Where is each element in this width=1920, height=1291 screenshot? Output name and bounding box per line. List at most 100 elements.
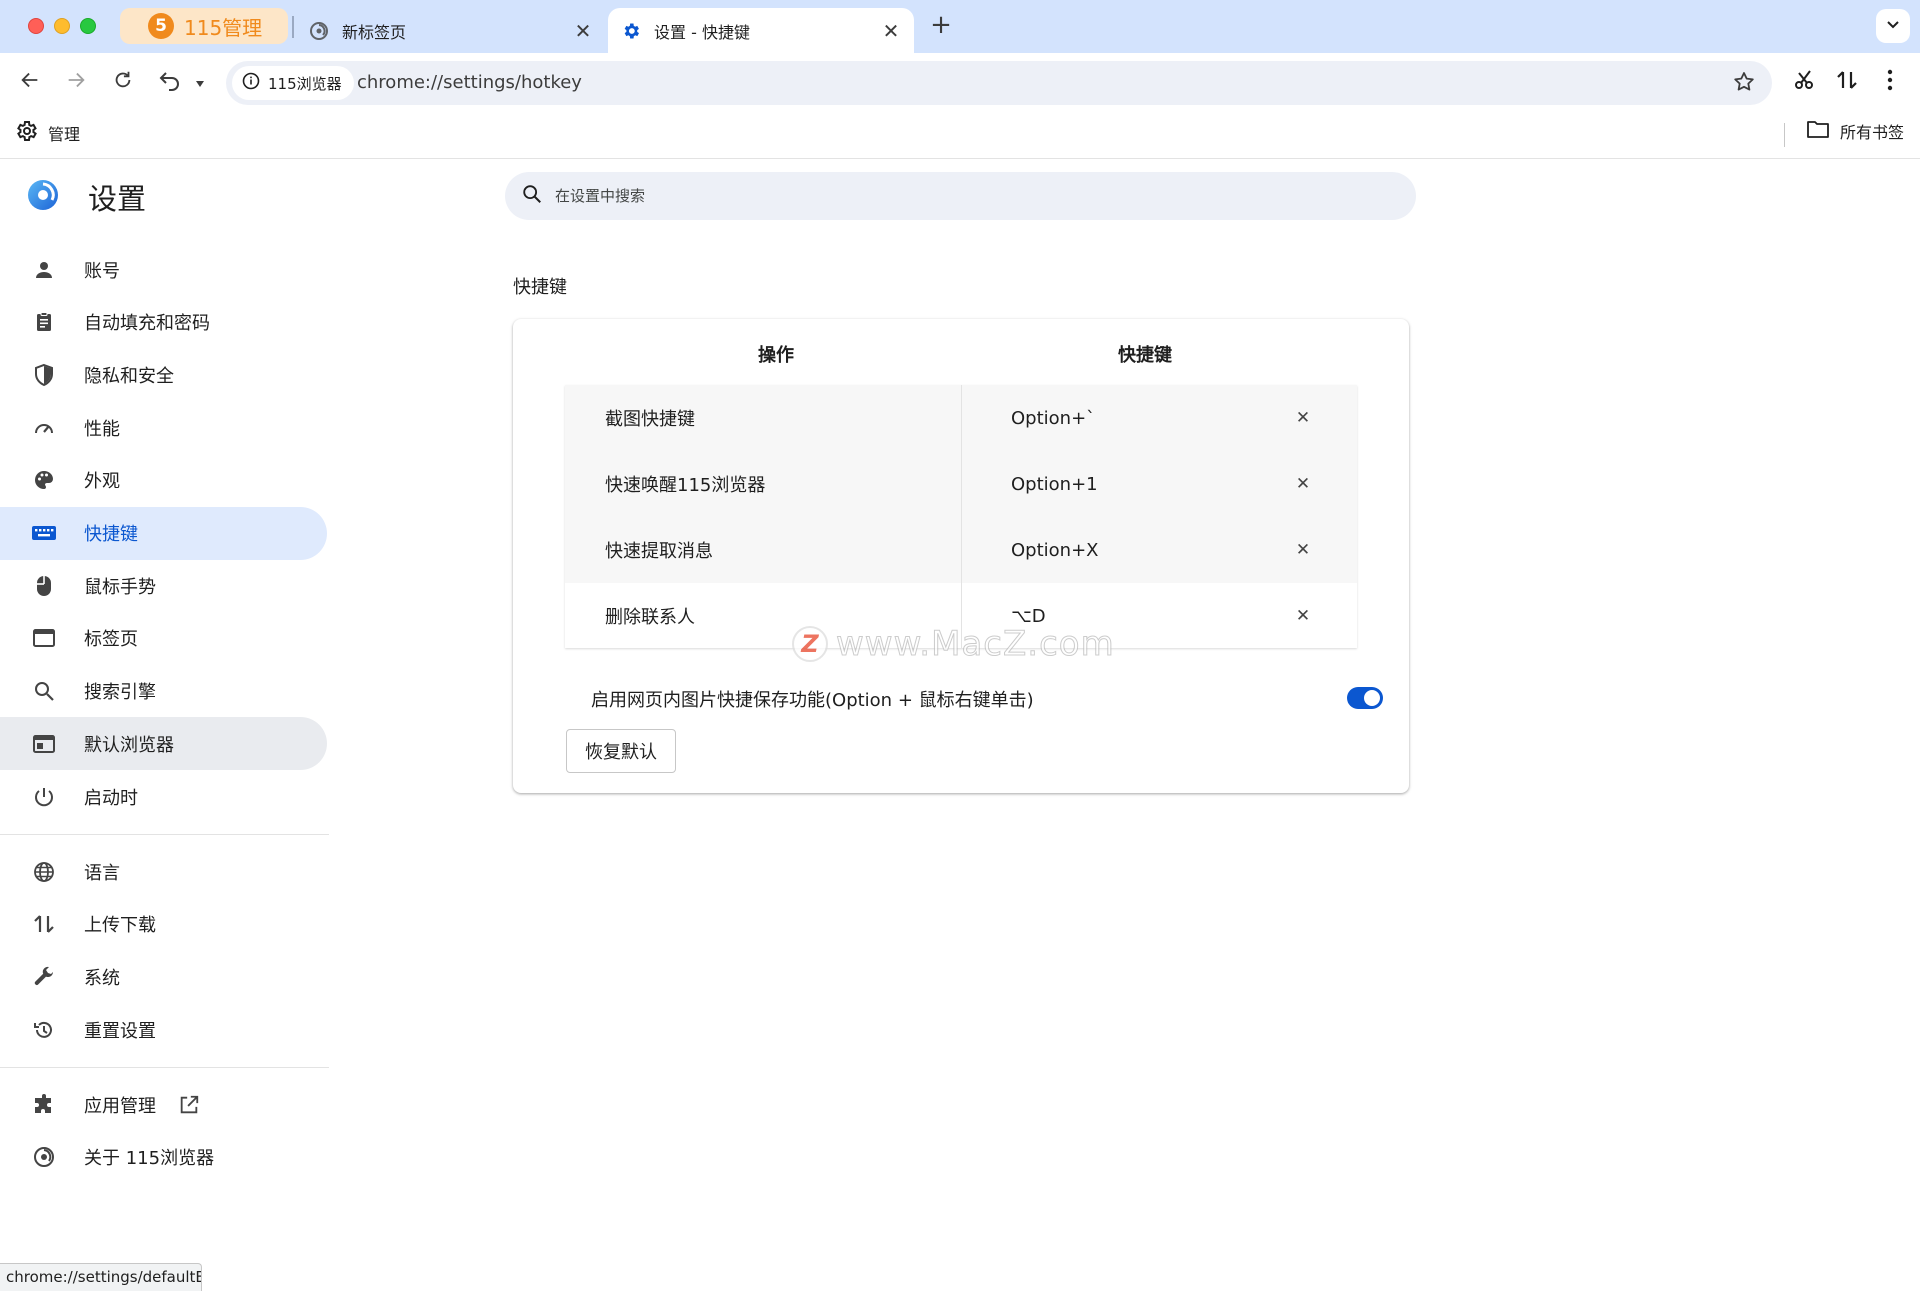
site-info-chip[interactable]: 115浏览器 bbox=[232, 66, 354, 100]
sidebar-item[interactable]: 标签页 bbox=[0, 612, 327, 665]
transfer-button[interactable] bbox=[1831, 66, 1863, 98]
sidebar-item[interactable]: 隐私和安全 bbox=[0, 348, 327, 401]
tab-search-button[interactable] bbox=[1876, 9, 1910, 43]
search-input[interactable] bbox=[555, 187, 1375, 205]
sidebar-item-label: 上传下载 bbox=[84, 915, 156, 937]
hotkey-action: 快速提取消息 bbox=[605, 541, 713, 562]
sidebar-item[interactable]: 应用管理 bbox=[0, 1078, 327, 1131]
settings-header: 设置 bbox=[26, 176, 146, 218]
more-menu-button[interactable] bbox=[1874, 66, 1906, 98]
watermark-logo: Z bbox=[792, 626, 828, 662]
pinned-tab-115-manage[interactable]: 5 115管理 bbox=[120, 8, 288, 44]
sidebar-item[interactable]: 账号 bbox=[0, 243, 327, 296]
image-save-toggle[interactable] bbox=[1347, 687, 1383, 709]
delete-hotkey-icon[interactable]: ✕ bbox=[1292, 539, 1314, 561]
forward-button[interactable] bbox=[60, 66, 92, 98]
tab-strip: 5 115管理 新标签页 ✕ 设置 - 快捷键 ✕ + bbox=[0, 0, 1920, 53]
window-minimize-button[interactable] bbox=[54, 18, 70, 34]
keyboard-icon bbox=[30, 519, 58, 547]
history-icon bbox=[30, 1016, 58, 1044]
browser-logo-icon bbox=[26, 178, 60, 216]
screenshot-button[interactable] bbox=[1789, 66, 1821, 98]
sidebar-item-label: 语言 bbox=[84, 862, 120, 884]
gear-icon bbox=[620, 20, 642, 42]
hotkey-value[interactable]: Option+X bbox=[1011, 540, 1099, 561]
tab-settings-hotkey[interactable]: 设置 - 快捷键 ✕ bbox=[608, 8, 914, 53]
tab-divider bbox=[292, 16, 294, 38]
restore-defaults-button[interactable]: 恢复默认 bbox=[566, 729, 676, 773]
sidebar-item-label: 外观 bbox=[84, 471, 120, 493]
settings-search[interactable] bbox=[505, 172, 1416, 220]
window-close-button[interactable] bbox=[28, 18, 44, 34]
hotkey-value[interactable]: Option+` bbox=[1011, 408, 1095, 429]
toggle-knob bbox=[1364, 690, 1380, 706]
delete-hotkey-icon[interactable]: ✕ bbox=[1292, 407, 1314, 429]
back-button[interactable] bbox=[14, 66, 46, 98]
all-bookmarks-button[interactable]: 所有书签 bbox=[1806, 119, 1904, 143]
tab-close-icon[interactable]: ✕ bbox=[568, 16, 598, 46]
undo-icon bbox=[158, 69, 182, 95]
sidebar-item-label: 搜索引擎 bbox=[84, 682, 156, 704]
more-vertical-icon bbox=[1886, 69, 1894, 95]
page-title: 设置 bbox=[88, 182, 147, 216]
hotkey-table: 删除联系人 ⌥D ✕ 快速提取消息 Option+X ✕ 快速唤醒115浏览器 Option+… bbox=[565, 385, 1357, 648]
sidebar-item-label: 快捷键 bbox=[84, 524, 138, 545]
power-icon bbox=[30, 783, 58, 811]
undo-close-tab-button[interactable] bbox=[154, 66, 186, 98]
tab-title: 新标签页 bbox=[342, 22, 407, 42]
scissors-icon bbox=[1793, 68, 1817, 96]
pinned-logo-icon: 5 bbox=[148, 13, 174, 39]
sidebar-item[interactable]: 默认浏览器 bbox=[0, 717, 327, 771]
chevron-down-icon bbox=[1885, 16, 1901, 36]
tab-new-tab-page[interactable]: 新标签页 ✕ bbox=[296, 8, 606, 53]
url-text[interactable]: chrome://settings/hotkey bbox=[357, 72, 582, 93]
sidebar-item[interactable]: 重置设置 bbox=[0, 1003, 327, 1056]
transfer-icon bbox=[30, 910, 58, 938]
transfer-icon bbox=[1835, 68, 1859, 96]
delete-hotkey-icon[interactable]: ✕ bbox=[1292, 605, 1314, 627]
bookmark-manage[interactable]: 管理 bbox=[14, 119, 80, 147]
sidebar-item[interactable]: 自动填充和密码 bbox=[0, 296, 327, 349]
sidebar-item[interactable]: 搜索引擎 bbox=[0, 665, 327, 718]
sidebar-item[interactable]: 性能 bbox=[0, 401, 327, 454]
hotkey-action: 删除联系人 bbox=[605, 607, 695, 628]
sidebar-item[interactable]: 上传下载 bbox=[0, 898, 327, 951]
browser-window-icon bbox=[30, 730, 58, 758]
toolbar: 115浏览器 chrome://settings/hotkey bbox=[0, 53, 1920, 111]
browser-logo-icon bbox=[308, 20, 330, 42]
sidebar-item[interactable]: 快捷键 bbox=[0, 506, 327, 560]
status-bar-url: chrome://settings/defaultB bbox=[0, 1263, 202, 1291]
reload-button[interactable] bbox=[107, 66, 139, 98]
table-header-hotkey: 快捷键 bbox=[1118, 345, 1172, 366]
clipboard-icon bbox=[30, 308, 58, 336]
folder-icon bbox=[1806, 119, 1830, 143]
bookmarks-separator bbox=[1784, 123, 1785, 147]
hotkey-value[interactable]: Option+1 bbox=[1011, 474, 1098, 495]
address-bar[interactable]: 115浏览器 chrome://settings/hotkey bbox=[226, 61, 1772, 105]
bookmark-manage-label: 管理 bbox=[48, 125, 81, 144]
arrow-left-icon bbox=[19, 69, 41, 95]
site-chip-label: 115浏览器 bbox=[268, 74, 342, 93]
window-zoom-button[interactable] bbox=[80, 18, 96, 34]
sidebar-item[interactable]: 系统 bbox=[0, 950, 327, 1003]
tab-close-icon[interactable]: ✕ bbox=[876, 16, 906, 46]
new-tab-button[interactable]: + bbox=[926, 10, 956, 40]
watermark: Z www.MacZ.com bbox=[792, 624, 1115, 665]
bookmark-star-icon[interactable] bbox=[1732, 70, 1756, 98]
tab-window-icon bbox=[30, 624, 58, 652]
sidebar-item[interactable]: 外观 bbox=[0, 454, 327, 507]
delete-hotkey-icon[interactable]: ✕ bbox=[1292, 473, 1314, 495]
sidebar-item[interactable]: 语言 bbox=[0, 845, 327, 898]
sidebar-item[interactable]: 关于 115浏览器 bbox=[0, 1131, 327, 1184]
caret-down-icon bbox=[195, 73, 205, 92]
sidebar-item[interactable]: 鼠标手势 bbox=[0, 559, 327, 612]
sidebar-item-label: 鼠标手势 bbox=[84, 576, 156, 598]
shield-icon bbox=[30, 361, 58, 389]
sidebar-item-label: 系统 bbox=[84, 967, 120, 989]
undo-dropdown-button[interactable] bbox=[186, 66, 214, 98]
hotkey-action: 快速唤醒115浏览器 bbox=[605, 475, 766, 496]
sidebar-item[interactable]: 启动时 bbox=[0, 770, 327, 823]
column-divider bbox=[961, 385, 962, 648]
browser-logo-icon bbox=[30, 1143, 58, 1171]
hotkey-action: 截图快捷键 bbox=[605, 409, 695, 430]
